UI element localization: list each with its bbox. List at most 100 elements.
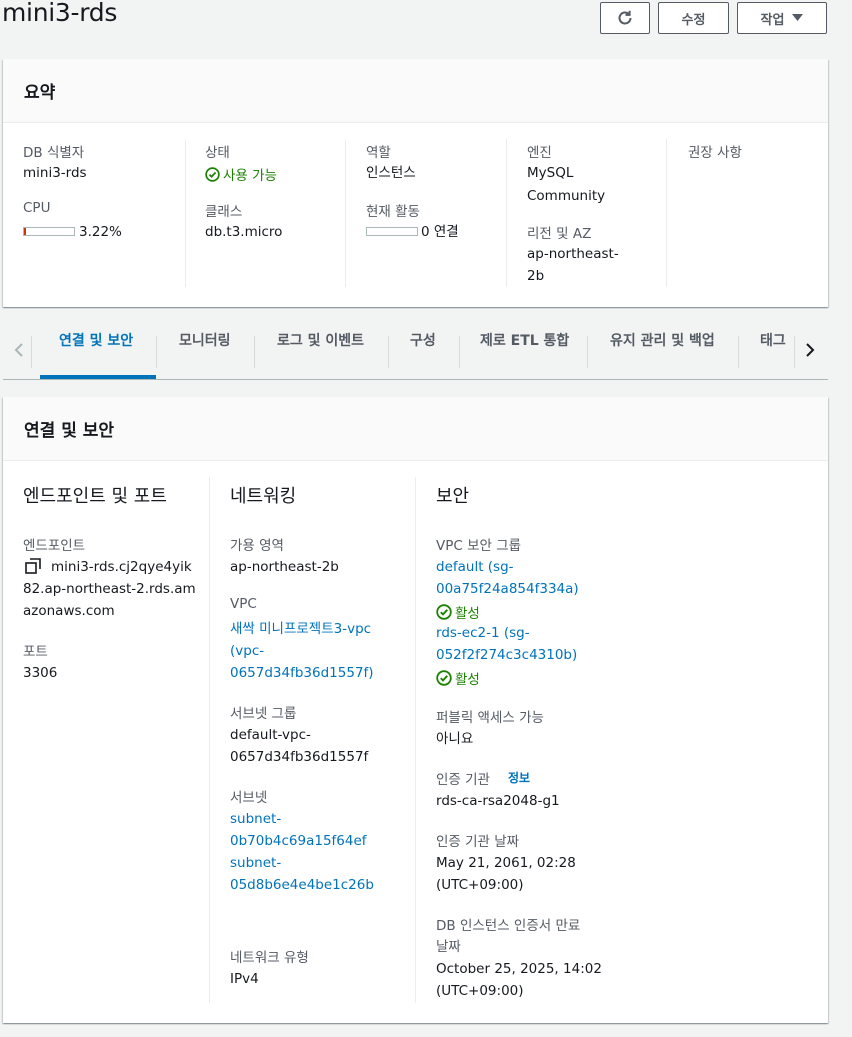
engine-label: 엔진 — [527, 145, 552, 161]
security-group-2-status: 활성 — [436, 668, 480, 688]
refresh-icon — [616, 9, 634, 27]
az-label: 가용 영역 — [230, 538, 284, 554]
tab-connectivity-security[interactable]: 연결 및 보안 — [59, 330, 133, 350]
endpoint-value-line1: mini3-rds.cj2qye4yik — [51, 559, 192, 575]
divider — [209, 477, 210, 1003]
tab-configuration[interactable]: 구성 — [410, 330, 436, 350]
tabs-bottom-border — [3, 379, 828, 380]
activity-label: 현재 활동 — [366, 204, 420, 220]
copy-icon[interactable] — [25, 558, 41, 574]
tab-separator — [587, 336, 588, 368]
vpc-link-line1[interactable]: 새싹 미니프로젝트3-vpc — [230, 618, 371, 640]
connectivity-card: 연결 및 보안 엔드포인트 및 포트 엔드포인트 mini3-rds.cj2qy… — [3, 397, 828, 1023]
divider — [185, 139, 186, 287]
endpoint-port-heading: 엔드포인트 및 포트 — [23, 486, 167, 507]
ca-value: rds-ca-rsa2048-g1 — [436, 793, 560, 809]
subnet-group-value-line2: 0657d34fb36d1557f — [230, 749, 369, 765]
region-value-line2: 2b — [527, 268, 545, 284]
tab-separator — [388, 336, 389, 368]
network-type-label: 네트워크 유형 — [230, 950, 309, 966]
cert-expiry-label-line2: 날짜 — [436, 939, 461, 955]
cpu-value: 3.22% — [79, 224, 122, 240]
vpc-security-groups-label: VPC 보안 그룹 — [436, 538, 522, 554]
cert-expiry-label-line1: DB 인스턴스 인증서 만료 — [436, 918, 581, 934]
security-heading: 보안 — [436, 486, 470, 507]
endpoint-label: 엔드포인트 — [23, 538, 86, 554]
networking-heading: 네트워킹 — [230, 486, 297, 507]
tab-tags-clip: 태그 — [760, 330, 792, 350]
tab-maintenance-backup[interactable]: 유지 관리 및 백업 — [610, 330, 715, 350]
security-group-2-link-line2[interactable]: 052f2f274c3c4310b) — [436, 644, 577, 666]
vpc-link-line3[interactable]: 0657d34fb36d1557f) — [230, 662, 374, 684]
tab-separator — [794, 336, 795, 368]
security-group-1-status-text: 활성 — [455, 606, 480, 622]
tab-separator — [459, 336, 460, 368]
subnet-1-link-line2[interactable]: 0b70b4c69a15f64ef — [230, 830, 367, 852]
port-value: 3306 — [23, 665, 58, 681]
summary-title: 요약 — [24, 83, 56, 103]
actions-label: 작업 — [760, 12, 785, 28]
network-type-value: IPv4 — [230, 971, 259, 987]
subnet-2-link-line2[interactable]: 05d8b6e4e4be1c26b — [230, 874, 374, 896]
region-label: 리전 및 AZ — [527, 226, 592, 242]
divider — [506, 139, 507, 287]
status-ok-icon — [205, 166, 220, 182]
subnet-2-link-line1[interactable]: subnet- — [230, 852, 281, 874]
security-group-1-link-line2[interactable]: 00a75f24a854f334a) — [436, 578, 579, 600]
summary-card: 요약 DB 식별자 mini3-rds CPU 3.22% 상태 사용 가능 클… — [3, 59, 828, 307]
security-group-2-link-line1[interactable]: rds-ec2-1 (sg- — [436, 622, 530, 644]
region-value-line1: ap-northeast- — [527, 246, 619, 262]
cpu-label: CPU — [23, 200, 51, 216]
ca-info-link[interactable]: 정보 — [508, 769, 530, 786]
connectivity-header: 연결 및 보안 — [3, 397, 828, 461]
cpu-meter-fill — [24, 228, 26, 235]
tab-monitoring[interactable]: 모니터링 — [179, 330, 231, 350]
ca-date-value-line2: (UTC+09:00) — [436, 877, 524, 893]
status-value: 사용 가능 — [205, 164, 277, 184]
subnet-group-label: 서브넷 그룹 — [230, 706, 297, 722]
tab-separator — [156, 336, 157, 368]
tabs-scroll-left-icon[interactable] — [14, 343, 24, 357]
subnet-group-value-line1: default-vpc- — [230, 727, 311, 743]
status-ok-icon — [436, 670, 452, 686]
tab-tags[interactable]: 태그 — [760, 333, 786, 349]
endpoint-value-line2: 82.ap-northeast-2.rds.am — [23, 581, 196, 597]
page-title: mini3-rds — [2, 0, 118, 27]
role-value: 인스턴스 — [366, 165, 416, 181]
security-group-1-link-line1[interactable]: default (sg- — [436, 556, 514, 578]
status-text: 사용 가능 — [223, 168, 277, 184]
security-group-2-status-text: 활성 — [455, 672, 480, 688]
tab-zero-etl[interactable]: 제로 ETL 통합 — [480, 330, 569, 350]
actions-button[interactable]: 작업 — [737, 2, 827, 34]
class-label: 클래스 — [205, 204, 243, 220]
subnets-label: 서브넷 — [230, 790, 268, 806]
class-value: db.t3.micro — [205, 224, 283, 240]
cert-expiry-value-line2: (UTC+09:00) — [436, 983, 524, 999]
db-identifier-label: DB 식별자 — [23, 145, 85, 161]
public-access-value: 아니요 — [436, 731, 474, 747]
cert-expiry-value-line1: October 25, 2025, 14:02 — [436, 961, 602, 977]
status-ok-icon — [436, 604, 452, 620]
ca-label: 인증 기관 — [436, 772, 490, 788]
tab-separator — [738, 336, 739, 368]
vpc-label: VPC — [230, 596, 257, 612]
divider — [415, 477, 416, 1003]
cpu-meter — [23, 227, 75, 236]
subnet-1-link-line1[interactable]: subnet- — [230, 808, 281, 830]
vpc-link-line2[interactable]: (vpc- — [230, 640, 264, 662]
tab-logs-events[interactable]: 로그 및 이벤트 — [277, 330, 364, 350]
divider — [666, 139, 667, 287]
modify-button[interactable]: 수정 — [658, 2, 729, 34]
summary-header: 요약 — [3, 59, 828, 123]
tabs-scroll-right-icon[interactable] — [805, 343, 815, 357]
divider — [345, 139, 346, 287]
role-label: 역할 — [366, 145, 391, 161]
db-identifier-value: mini3-rds — [23, 165, 87, 181]
recommendations-label: 권장 사항 — [688, 145, 742, 161]
connectivity-title: 연결 및 보안 — [24, 421, 115, 441]
activity-meter — [366, 227, 418, 236]
refresh-button[interactable] — [600, 2, 650, 34]
engine-value-line1: MySQL — [527, 165, 574, 181]
endpoint-value-line3: azonaws.com — [23, 603, 115, 619]
tab-separator — [31, 336, 32, 368]
